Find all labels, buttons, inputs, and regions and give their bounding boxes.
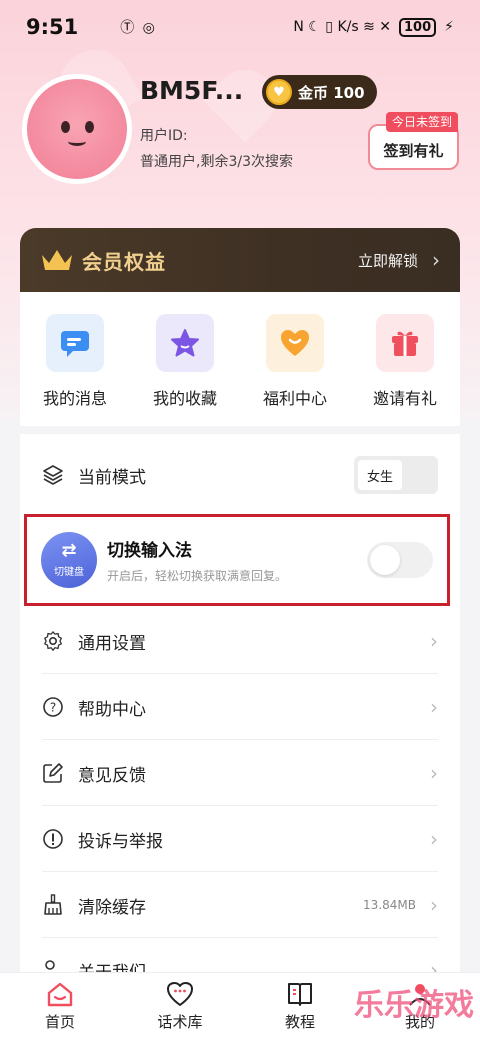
ime-desc: 开启后，轻松切换获取满意回复。 — [107, 569, 288, 583]
chevron-right-icon: › — [432, 248, 440, 272]
mode-value: 女生 — [358, 460, 402, 490]
status-mid-icons: Ⓣ ◎ — [120, 20, 157, 36]
quick-item-favorites[interactable]: 我的收藏 — [135, 314, 235, 426]
row-label: 清除缓存 — [78, 897, 146, 918]
gift-icon — [376, 314, 434, 372]
swap-arrows-icon: ⇄ — [61, 540, 77, 561]
chevron-right-icon: › — [430, 761, 438, 785]
nav-item-home[interactable]: 首页 — [10, 981, 110, 1032]
charging-icon: ⚡ — [444, 19, 454, 35]
alert-icon — [43, 829, 63, 849]
row-help-center[interactable]: ? 帮助中心 › — [20, 674, 460, 740]
chevron-right-icon: › — [430, 827, 438, 851]
users-icon — [45, 960, 55, 970]
ime-icon-text: 切键盘 — [54, 567, 84, 578]
avatar-eye — [61, 121, 70, 133]
row-switch-ime[interactable]: ⇄ 切键盘 切换输入法 开启后，轻松切换获取满意回复。 — [24, 514, 450, 606]
row-current-mode[interactable]: 当前模式 女生 — [20, 442, 460, 508]
row-label: 意见反馈 — [78, 765, 146, 786]
chat-heart-icon — [167, 982, 193, 1006]
row-label: 投诉与举报 — [78, 831, 163, 852]
chevron-right-icon: › — [430, 958, 438, 972]
avatar-eye — [85, 121, 94, 133]
row-feedback[interactable]: 意见反馈 › — [20, 740, 460, 806]
coin-label: 金币 100 — [298, 83, 365, 102]
gear-icon — [44, 631, 62, 651]
keyboard-switch-icon: ⇄ 切键盘 — [41, 532, 97, 588]
status-icons: N ☾ ▯ K/s ≋ ✕ — [293, 19, 392, 35]
coin-badge[interactable]: ♥ 金币 100 — [262, 75, 377, 109]
row-clear-cache[interactable]: 清除缓存 13.84MB › — [20, 872, 460, 938]
vip-title: 会员权益 — [82, 249, 166, 274]
quick-label: 福利中心 — [262, 389, 327, 408]
svg-text:?: ? — [50, 701, 56, 715]
coin-icon: ♥ — [266, 79, 292, 105]
broom-icon — [44, 894, 62, 915]
quick-item-welfare[interactable]: 福利中心 — [245, 314, 345, 426]
layers-icon — [43, 465, 63, 485]
home-icon — [47, 982, 73, 1007]
nav-item-scripts[interactable]: 话术库 — [130, 981, 230, 1032]
vip-banner[interactable]: 会员权益 立即解锁 › — [20, 228, 460, 292]
user-id: 用户ID: — [140, 128, 188, 144]
avatar[interactable] — [22, 74, 132, 184]
row-report[interactable]: 投诉与举报 › — [20, 806, 460, 872]
edit-icon — [43, 763, 63, 783]
nav-item-tutorial[interactable]: 教程 — [250, 981, 350, 1032]
row-label: 当前模式 — [78, 467, 146, 488]
cache-size: 13.84MB — [363, 898, 416, 912]
quick-item-messages[interactable]: 我的消息 — [25, 314, 125, 426]
watermark: 乐乐游戏 — [354, 988, 474, 1023]
nav-label: 首页 — [44, 1013, 75, 1031]
toggle-knob — [370, 545, 400, 575]
nav-label: 话术库 — [157, 1013, 203, 1031]
status-time: 9:51 — [26, 15, 79, 39]
row-about[interactable]: 关于我们 › — [20, 938, 460, 972]
status-right-icons: N ☾ ▯ K/s ≋ ✕ 100 ⚡ — [293, 17, 454, 37]
chevron-right-icon: › — [430, 695, 438, 719]
avatar-image — [27, 79, 127, 179]
quick-item-invite[interactable]: 邀请有礼 — [355, 314, 455, 426]
ime-title: 切换输入法 — [107, 541, 192, 561]
row-label: 通用设置 — [78, 633, 146, 654]
status-bar: 9:51 Ⓣ ◎ N ☾ ▯ K/s ≋ ✕ 100 ⚡ — [0, 0, 480, 54]
row-label: 帮助中心 — [78, 699, 146, 720]
nav-label: 教程 — [284, 1013, 315, 1031]
battery-icon: 100 — [399, 17, 437, 37]
signin-tag: 今日未签到 — [386, 112, 459, 132]
mode-toggle[interactable]: 女生 — [354, 456, 438, 494]
book-icon — [288, 983, 312, 1006]
quick-actions: 我的消息 我的收藏 福利中心 邀请有礼 — [20, 292, 460, 426]
quick-label: 邀请有礼 — [372, 389, 437, 408]
crown-icon — [42, 250, 72, 270]
heart-icon — [266, 314, 324, 372]
user-status: 普通用户,剩余3/3次搜索 — [140, 154, 293, 170]
chevron-right-icon: › — [430, 893, 438, 917]
ime-toggle-switch[interactable] — [367, 542, 433, 578]
row-general-settings[interactable]: 通用设置 › — [20, 608, 460, 674]
username: BM5F... — [140, 76, 244, 105]
ime-text: 切换输入法 开启后，轻松切换获取满意回复。 — [107, 536, 287, 584]
vip-unlock-link[interactable]: 立即解锁 — [358, 250, 418, 271]
message-icon — [46, 314, 104, 372]
avatar-mouth — [68, 137, 86, 146]
row-label: 关于我们 — [78, 958, 146, 972]
chevron-right-icon: › — [430, 629, 438, 653]
quick-label: 我的收藏 — [152, 389, 217, 408]
help-icon: ? — [43, 697, 63, 717]
quick-label: 我的消息 — [42, 389, 107, 408]
star-icon — [156, 314, 214, 372]
